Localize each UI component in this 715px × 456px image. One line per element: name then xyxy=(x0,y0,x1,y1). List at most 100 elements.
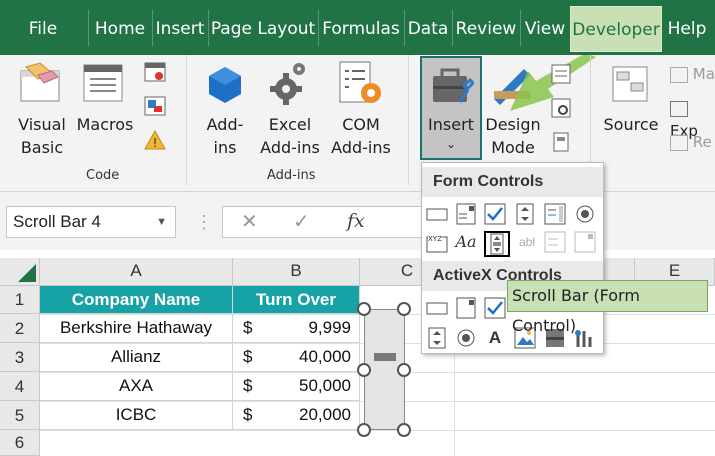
macros-icon xyxy=(83,64,123,102)
tab-help[interactable]: Help xyxy=(664,0,710,55)
name-box-value: Scroll Bar 4 xyxy=(13,212,101,231)
add-ins-label-2: ins xyxy=(213,138,237,157)
cell-turnover[interactable]: $40,000 xyxy=(233,343,360,372)
list-box-icon[interactable] xyxy=(544,203,566,225)
scroll-bar-control-icon[interactable] xyxy=(484,231,510,257)
selection-handles[interactable] xyxy=(352,298,418,442)
row-header-1[interactable]: 1 xyxy=(0,286,40,314)
cancel-icon[interactable]: ✕ xyxy=(241,209,258,234)
tab-formulas[interactable]: Formulas xyxy=(320,0,402,55)
scroll-bar-tooltip: Scroll Bar (Form Control) xyxy=(507,280,708,335)
cell-company[interactable]: Berkshire Hathaway xyxy=(40,314,233,343)
select-all-triangle-icon xyxy=(18,264,36,282)
run-dialog-icon[interactable] xyxy=(550,131,572,153)
check-box-icon[interactable] xyxy=(484,203,506,225)
formula-bar-grip-icon: ⋮ xyxy=(195,212,213,232)
currency-symbol: $ xyxy=(243,376,253,395)
activex-check-box-icon[interactable] xyxy=(484,297,506,319)
visual-basic-label-2: Basic xyxy=(20,138,64,157)
combo-list-edit-icon-disabled xyxy=(544,231,566,253)
ribbon-tab-bar: File Home Insert Page Layout Formulas Da… xyxy=(0,0,715,55)
label-control-icon[interactable]: Aa xyxy=(455,231,477,253)
visual-basic-button[interactable]: Visual Basic xyxy=(10,113,74,159)
tab-divider xyxy=(318,10,319,46)
activex-option-button-icon[interactable] xyxy=(455,327,477,349)
formula-buttons-box: ✕ ✓ fx xyxy=(222,206,422,238)
name-box-dropdown-icon[interactable]: ▼ xyxy=(156,207,167,237)
visual-basic-icon xyxy=(20,62,60,102)
text-field-icon-disabled: abl xyxy=(518,235,535,249)
tab-page-layout[interactable]: Page Layout xyxy=(210,0,316,55)
insert-controls-button[interactable]: Insert ⌄ xyxy=(420,56,482,160)
name-box[interactable]: Scroll Bar 4 ▼ xyxy=(6,206,176,238)
view-code-icon[interactable] xyxy=(550,97,572,119)
add-ins-button[interactable]: Add- ins xyxy=(196,113,254,159)
cell-company[interactable]: Allianz xyxy=(40,343,233,372)
expansion-packs-icon xyxy=(670,100,688,117)
macro-security-icon[interactable]: ! xyxy=(143,129,167,151)
toolbox-icon xyxy=(433,68,474,103)
cell-turnover[interactable]: $50,000 xyxy=(233,372,360,401)
tab-review[interactable]: Review xyxy=(454,0,518,55)
tab-divider xyxy=(88,10,89,46)
amount: 20,000 xyxy=(299,405,351,424)
column-header-b[interactable]: B xyxy=(233,258,360,286)
refresh-data-label: Re xyxy=(692,133,712,151)
form-controls-heading: Form Controls xyxy=(422,167,603,197)
macros-label: Macros xyxy=(76,115,134,134)
column-header-a[interactable]: A xyxy=(40,258,233,286)
spin-button-icon[interactable] xyxy=(514,203,536,225)
select-all-corner[interactable] xyxy=(0,258,40,286)
currency-symbol: $ xyxy=(243,405,253,424)
tab-insert[interactable]: Insert xyxy=(154,0,206,55)
header-company-name[interactable]: Company Name xyxy=(40,286,233,314)
enter-icon[interactable]: ✓ xyxy=(293,209,310,234)
activex-combo-box-icon[interactable] xyxy=(455,297,477,319)
excel-add-ins-label-1: Excel xyxy=(268,115,312,134)
row-header-4[interactable]: 4 xyxy=(0,372,40,401)
ribbon-developer: Visual Basic Macros ! Code Add- ins Exce… xyxy=(0,55,715,192)
button-control-icon[interactable] xyxy=(426,203,448,225)
row-header-3[interactable]: 3 xyxy=(0,343,40,372)
properties-icon[interactable] xyxy=(550,63,572,85)
tab-divider xyxy=(152,10,153,46)
row-header-5[interactable]: 5 xyxy=(0,401,40,430)
activex-spin-button-icon[interactable] xyxy=(426,327,448,349)
tab-data[interactable]: Data xyxy=(406,0,450,55)
currency-symbol: $ xyxy=(243,318,253,337)
com-add-ins-label-1: COM xyxy=(342,115,380,134)
group-box-icon[interactable]: XYZ xyxy=(426,231,448,253)
excel-add-ins-button[interactable]: Excel Add-ins xyxy=(255,113,325,159)
visual-basic-label-1: Visual xyxy=(18,115,66,134)
cell-turnover[interactable]: $20,000 xyxy=(233,401,360,430)
tab-developer[interactable]: Developer xyxy=(570,6,662,52)
header-turn-over[interactable]: Turn Over xyxy=(233,286,360,314)
amount: 9,999 xyxy=(308,318,351,337)
combo-box-icon[interactable] xyxy=(455,203,477,225)
cell-company[interactable]: AXA xyxy=(40,372,233,401)
design-mode-label-2: Mode xyxy=(491,138,535,157)
activex-button-icon[interactable] xyxy=(426,297,448,319)
tab-divider xyxy=(208,10,209,46)
cell-turnover[interactable]: $9,999 xyxy=(233,314,360,343)
relative-references-icon[interactable] xyxy=(143,95,167,117)
tab-home[interactable]: Home xyxy=(90,0,150,55)
cell-company[interactable]: ICBC xyxy=(40,401,233,430)
svg-text:!: ! xyxy=(153,136,158,150)
tab-view[interactable]: View xyxy=(522,0,568,55)
activex-more-controls-icon[interactable] xyxy=(574,327,596,349)
row-header-2[interactable]: 2 xyxy=(0,314,40,343)
refresh-data-button[interactable]: Re xyxy=(670,131,715,154)
source-button[interactable]: Source xyxy=(600,113,662,136)
option-button-icon[interactable] xyxy=(574,203,596,225)
tab-file[interactable]: File xyxy=(14,0,72,55)
macros-button[interactable]: Macros xyxy=(72,113,138,136)
row-header-6[interactable]: 6 xyxy=(0,430,40,456)
excel-add-ins-label-2: Add-ins xyxy=(260,138,320,157)
add-ins-group-label: Add-ins xyxy=(267,168,316,183)
map-properties-button[interactable]: Ma xyxy=(670,63,715,86)
com-add-ins-button[interactable]: COM Add-ins xyxy=(330,113,392,159)
record-macro-icon[interactable] xyxy=(143,61,167,83)
activex-label-icon[interactable]: A xyxy=(484,327,506,349)
insert-function-icon[interactable]: fx xyxy=(347,210,365,232)
